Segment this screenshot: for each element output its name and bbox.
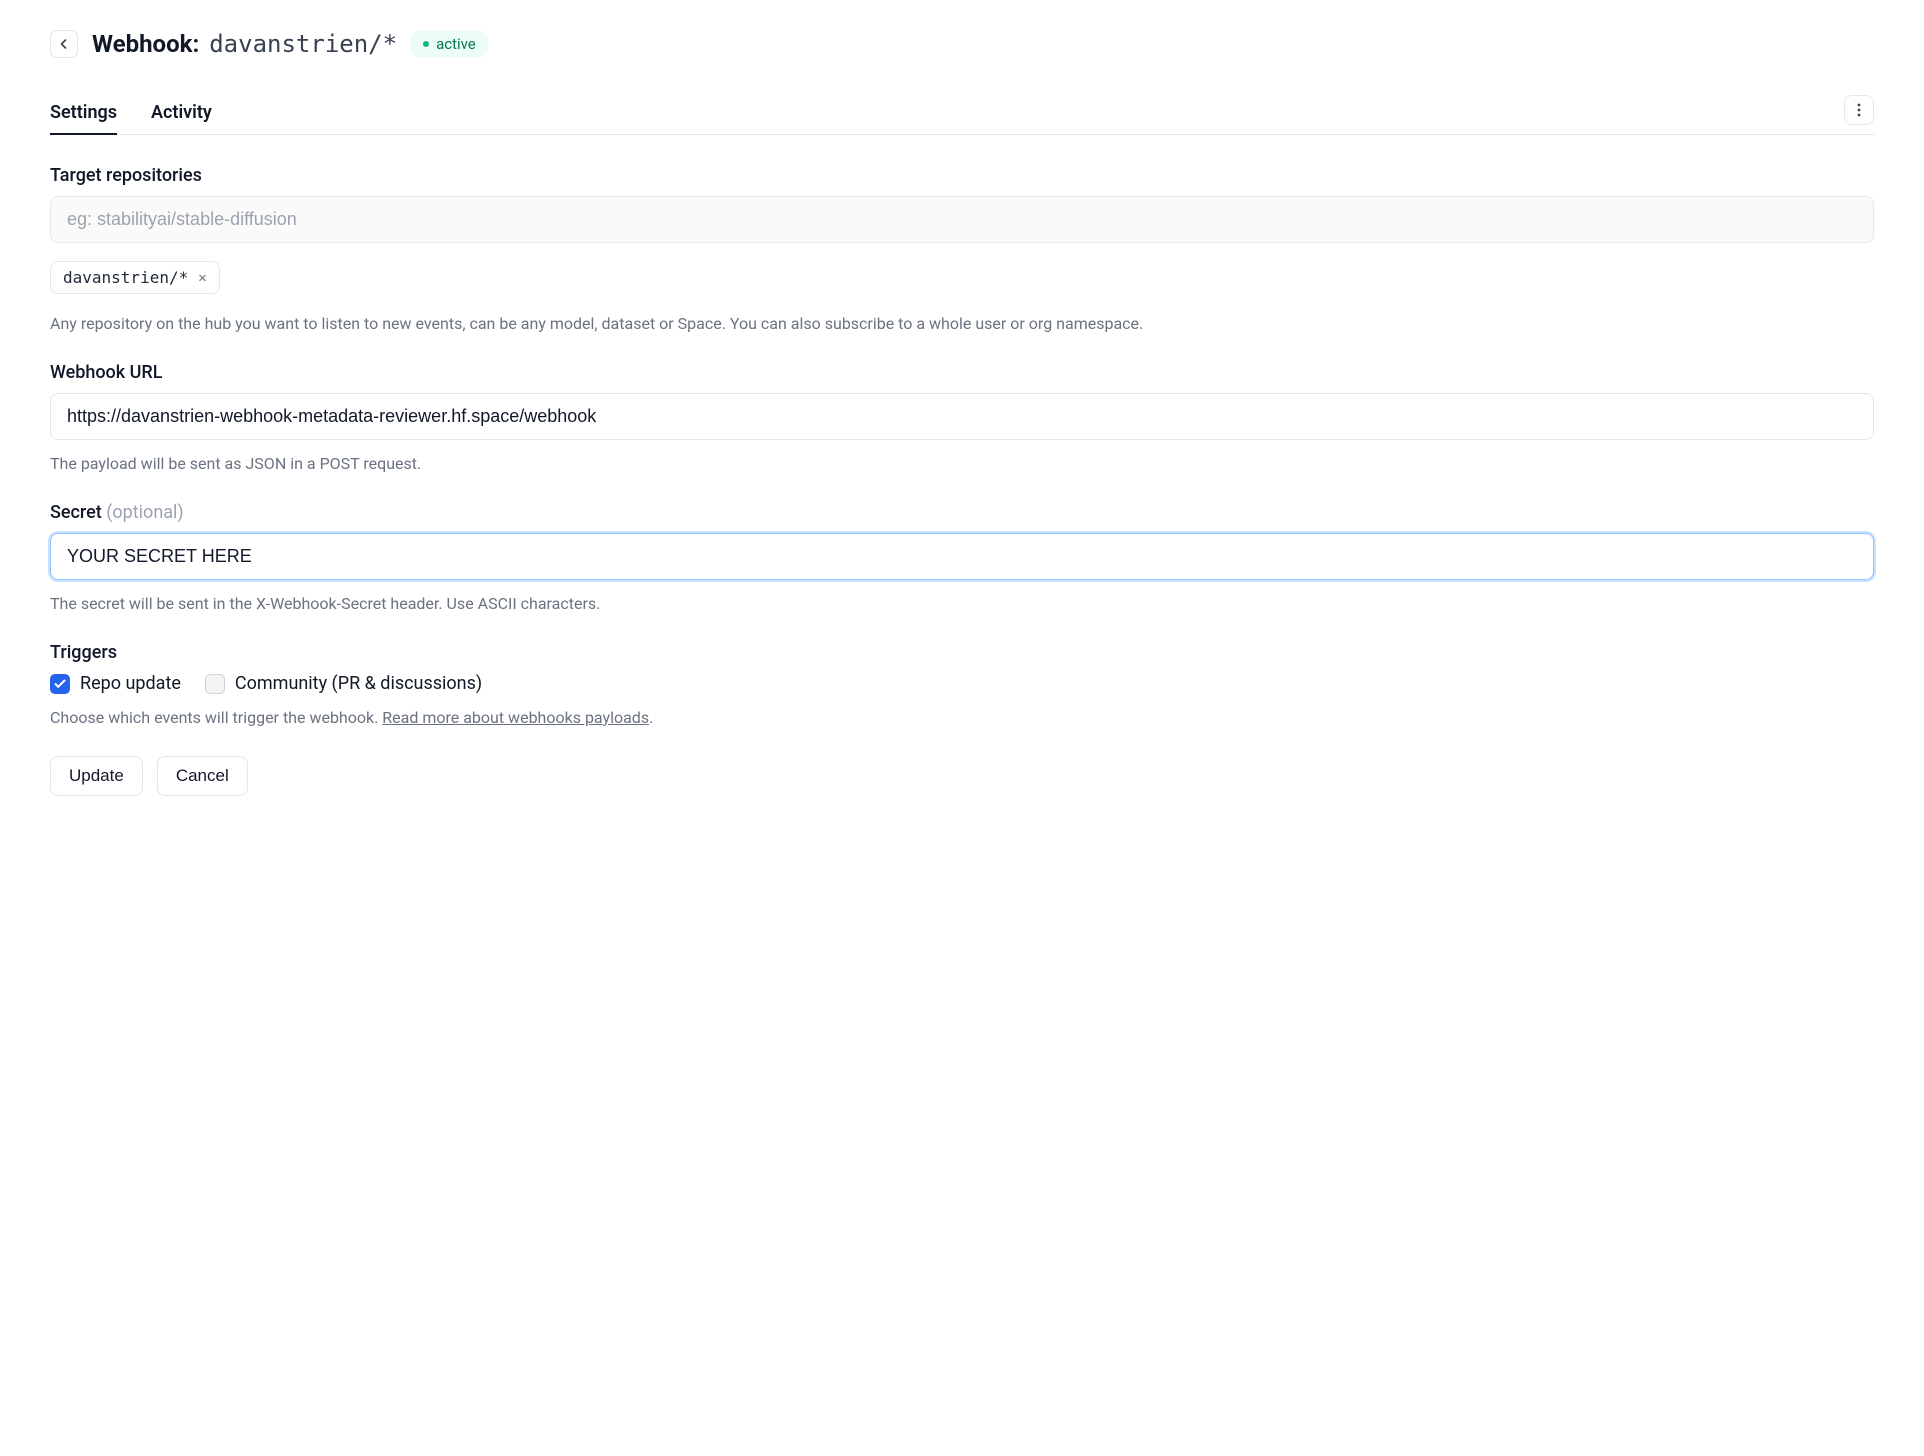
checkbox-checked-icon [50,674,70,694]
more-menu-button[interactable] [1844,95,1874,125]
target-repos-helper: Any repository on the hub you want to li… [50,312,1874,336]
header-row: Webhook: davanstrien/* active [50,30,1874,58]
webhook-url-input[interactable] [50,393,1874,440]
secret-optional: (optional) [106,502,183,523]
checkbox-unchecked-icon [205,674,225,694]
trigger-community-label: Community (PR & discussions) [235,673,482,694]
back-button[interactable] [50,30,78,58]
triggers-helper: Choose which events will trigger the web… [50,706,1874,730]
secret-helper: The secret will be sent in the X-Webhook… [50,592,1874,616]
webhook-url-helper: The payload will be sent as JSON in a PO… [50,452,1874,476]
update-button[interactable]: Update [50,756,143,796]
secret-label-text: Secret [50,502,106,523]
section-target-repos: Target repositories davanstrien/* ✕ Any … [50,165,1874,336]
tab-activity[interactable]: Activity [151,92,212,135]
chevron-left-icon [59,38,69,50]
target-repos-label: Target repositories [50,165,1874,186]
triggers-helper-link[interactable]: Read more about webhooks payloads [382,708,649,727]
tabs-row: Settings Activity [50,92,1874,135]
title-scope: davanstrien/* [209,30,397,58]
triggers-row: Repo update Community (PR & discussions) [50,673,1874,694]
section-webhook-url: Webhook URL The payload will be sent as … [50,362,1874,476]
close-icon[interactable]: ✕ [198,270,206,286]
chip-row: davanstrien/* ✕ [50,261,1874,294]
status-dot-icon [423,41,429,47]
title-prefix: Webhook: [92,30,199,58]
section-triggers: Triggers Repo update Community (PR & dis… [50,642,1874,730]
repo-chip: davanstrien/* ✕ [50,261,220,294]
status-badge: active [411,31,488,57]
status-text: active [436,35,476,53]
secret-label: Secret (optional) [50,502,1874,523]
trigger-repo-update-label: Repo update [80,673,181,694]
trigger-community[interactable]: Community (PR & discussions) [205,673,482,694]
secret-input[interactable] [50,533,1874,580]
tab-settings[interactable]: Settings [50,92,117,135]
target-repos-input[interactable] [50,196,1874,243]
cancel-button[interactable]: Cancel [157,756,248,796]
triggers-helper-prefix: Choose which events will trigger the web… [50,708,382,727]
triggers-helper-suffix: . [649,708,653,727]
page-title: Webhook: davanstrien/* [92,30,397,58]
webhook-url-label: Webhook URL [50,362,1874,383]
section-secret: Secret (optional) The secret will be sen… [50,502,1874,616]
trigger-repo-update[interactable]: Repo update [50,673,181,694]
button-row: Update Cancel [50,756,1874,796]
triggers-label: Triggers [50,642,1874,663]
repo-chip-label: davanstrien/* [63,268,188,287]
dots-vertical-icon [1857,103,1861,117]
